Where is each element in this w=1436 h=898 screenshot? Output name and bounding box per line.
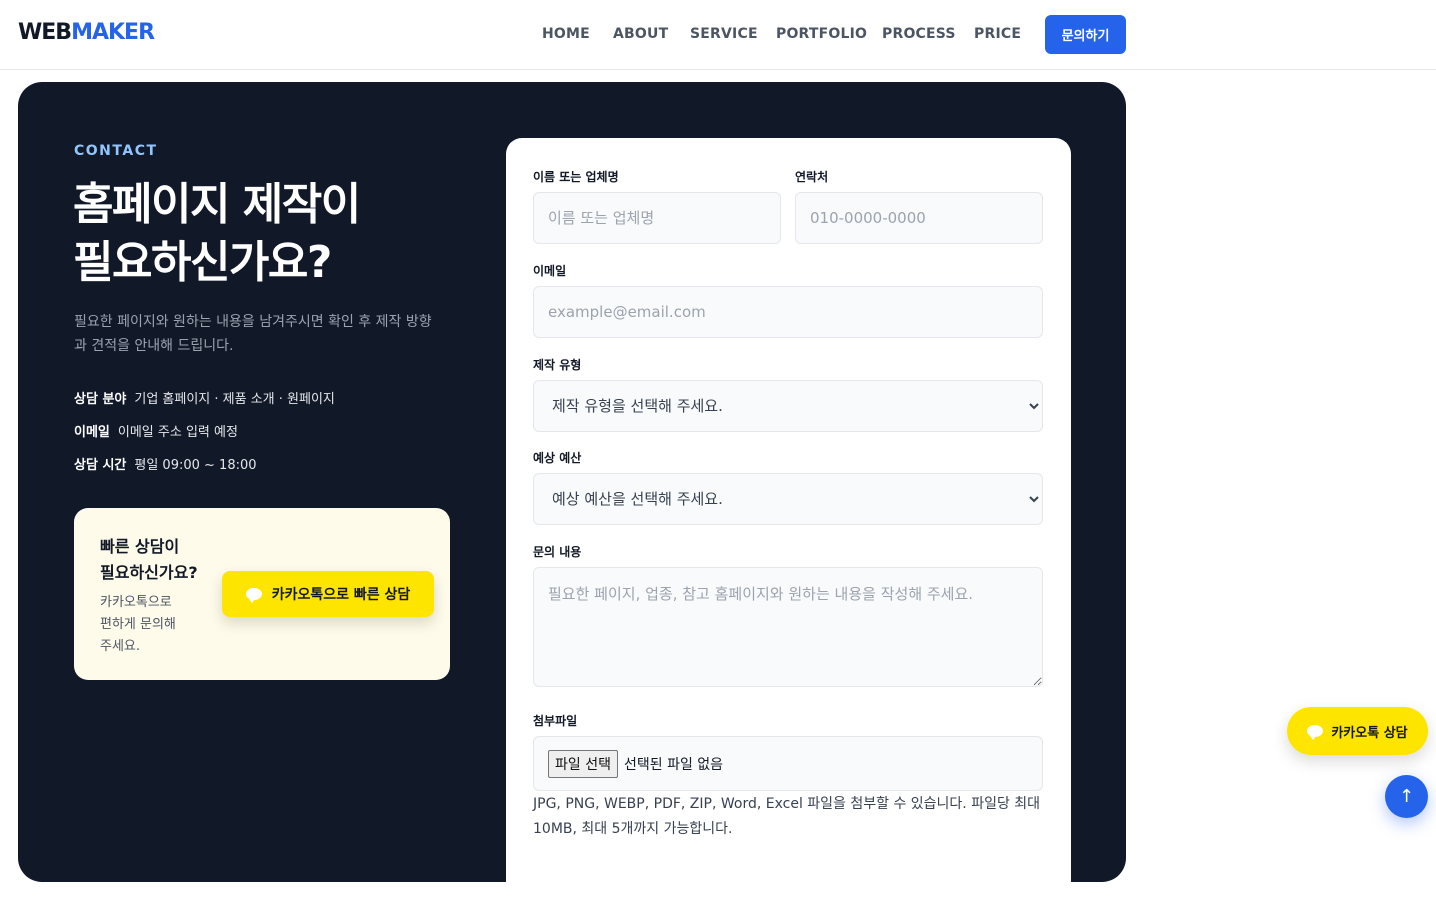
nav-portfolio[interactable]: PORTFOLIO <box>776 26 867 42</box>
kakao-box-title: 빠른 상담이 필요하신가요? <box>100 537 198 582</box>
info-field: 상담 분야 기업 홈페이지 · 제품 소개 · 원페이지 <box>74 388 335 407</box>
file-status: 선택된 파일 없음 <box>623 756 724 773</box>
info-value: 평일 09:00 ~ 18:00 <box>134 458 257 473</box>
kakao-box-description: 카카오톡으로 편하게 문의해 주세요. <box>100 595 176 654</box>
phone-label: 연락처 <box>795 170 829 184</box>
info-email: 이메일 이메일 주소 입력 예정 <box>74 421 238 440</box>
nav-about[interactable]: ABOUT <box>613 26 668 42</box>
site-header: WEBMAKER HOME ABOUT SERVICE PORTFOLIO PR… <box>0 0 1436 70</box>
phone-input[interactable] <box>795 192 1043 244</box>
contact-cta-button[interactable]: 문의하기 <box>1045 15 1126 54</box>
kakao-quick-button-label: 카카오톡으로 빠른 상담 <box>271 587 411 603</box>
nav-home[interactable]: HOME <box>542 26 590 42</box>
logo-maker: MAKER <box>71 20 155 45</box>
type-label: 제작 유형 <box>533 358 582 372</box>
name-label: 이름 또는 업체명 <box>533 170 619 184</box>
kakao-quick-box: 빠른 상담이 필요하신가요? 카카오톡으로 편하게 문의해 주세요. 카카오톡으… <box>74 508 450 680</box>
type-select[interactable]: 제작 유형을 선택해 주세요. <box>533 380 1043 432</box>
arrow-up-icon: ↑ <box>1398 786 1415 807</box>
logo-web: WEB <box>18 20 72 45</box>
nav-service[interactable]: SERVICE <box>690 26 758 42</box>
logo[interactable]: WEBMAKER <box>18 20 155 45</box>
info-key: 이메일 <box>74 425 110 440</box>
info-key: 상담 시간 <box>74 458 127 473</box>
nav-process[interactable]: PROCESS <box>882 26 956 42</box>
message-label: 문의 내용 <box>533 545 582 559</box>
info-hours: 상담 시간 평일 09:00 ~ 18:00 <box>74 454 257 473</box>
email-input[interactable] <box>533 286 1043 338</box>
section-description: 필요한 페이지와 원하는 내용을 남겨주시면 확인 후 제작 방향과 견적을 안… <box>74 314 432 354</box>
section-title: 홈페이지 제작이 필요하신가요? <box>73 179 361 288</box>
info-key: 상담 분야 <box>74 392 127 407</box>
email-label: 이메일 <box>533 264 567 278</box>
chat-bubble-icon <box>1307 725 1324 740</box>
chat-bubble-icon <box>245 588 262 603</box>
file-input[interactable]: 파일 선택 선택된 파일 없음 <box>533 736 1043 791</box>
file-select-button[interactable]: 파일 선택 <box>548 749 618 778</box>
file-help-text: JPG, PNG, WEBP, PDF, ZIP, Word, Excel 파일… <box>533 796 1041 837</box>
floating-kakao-label: 카카오톡 상담 <box>1331 725 1408 741</box>
info-value: 기업 홈페이지 · 제품 소개 · 원페이지 <box>134 392 335 407</box>
floating-kakao-button[interactable]: 카카오톡 상담 <box>1287 707 1428 755</box>
scroll-to-top-button[interactable]: ↑ <box>1385 775 1428 818</box>
section-eyebrow: CONTACT <box>74 143 158 159</box>
nav-price[interactable]: PRICE <box>974 26 1021 42</box>
info-value: 이메일 주소 입력 예정 <box>117 425 238 440</box>
file-label: 첨부파일 <box>533 714 578 728</box>
message-textarea[interactable] <box>533 567 1043 687</box>
budget-label: 예상 예산 <box>533 451 582 465</box>
kakao-quick-button[interactable]: 카카오톡으로 빠른 상담 <box>222 571 434 617</box>
name-input[interactable] <box>533 192 781 244</box>
budget-select[interactable]: 예상 예산을 선택해 주세요. <box>533 473 1043 525</box>
